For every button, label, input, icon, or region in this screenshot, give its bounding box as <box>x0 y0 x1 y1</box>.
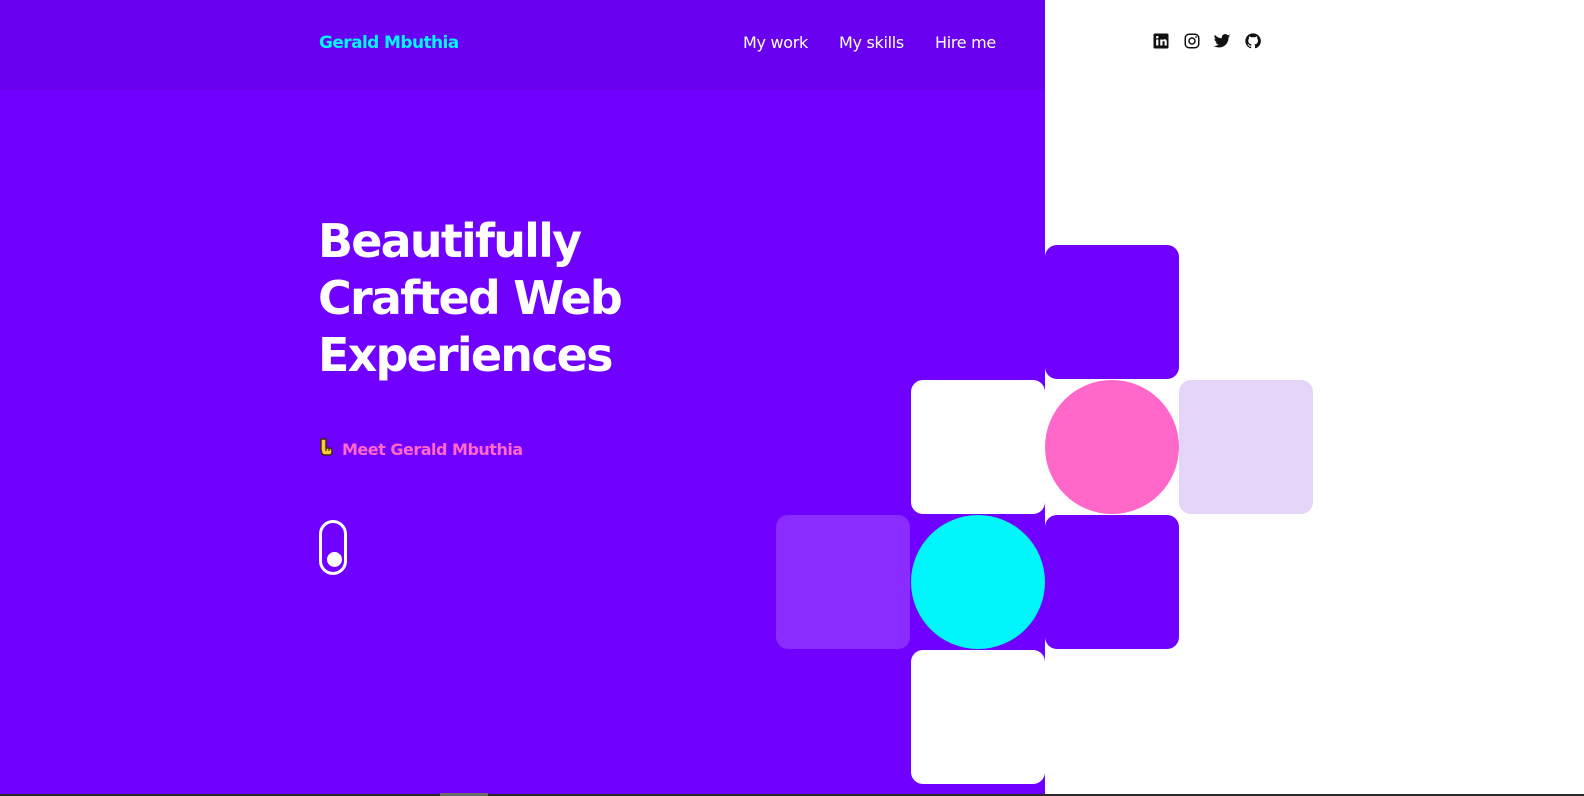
github-icon[interactable] <box>1242 30 1264 52</box>
deco-circle-pink <box>1045 380 1179 514</box>
hero-title: Beautifully Crafted Web Experiences <box>318 213 623 384</box>
deco-tile-lavender <box>1179 380 1313 514</box>
deco-tile-white <box>911 650 1045 784</box>
deco-circle-cyan <box>911 515 1045 649</box>
scroll-mouse-icon[interactable] <box>319 520 347 575</box>
hero-title-line: Beautifully <box>318 214 582 268</box>
nav-link-my-work[interactable]: My work <box>743 30 808 56</box>
instagram-icon[interactable] <box>1181 30 1203 52</box>
deco-tile-purple <box>1045 245 1179 379</box>
hero-title-line: Experiences <box>318 328 613 382</box>
pointing-hand-icon <box>318 437 334 461</box>
deco-tile-light-purple <box>776 515 910 649</box>
scroll-wheel-dot <box>327 552 342 567</box>
meet-link[interactable]: Meet Gerald Mbuthia <box>318 436 523 462</box>
linkedin-icon[interactable] <box>1150 30 1172 52</box>
twitter-icon[interactable] <box>1211 30 1233 52</box>
main-nav: My work My skills Hire me <box>0 30 1045 56</box>
hero-title-line: Crafted Web <box>318 271 623 325</box>
hero-background <box>0 0 1045 796</box>
deco-tile-white <box>911 380 1045 514</box>
deco-tile-purple <box>1045 515 1179 649</box>
nav-link-hire-me[interactable]: Hire me <box>935 30 996 56</box>
meet-link-text: Meet Gerald Mbuthia <box>342 439 523 459</box>
nav-link-my-skills[interactable]: My skills <box>839 30 904 56</box>
